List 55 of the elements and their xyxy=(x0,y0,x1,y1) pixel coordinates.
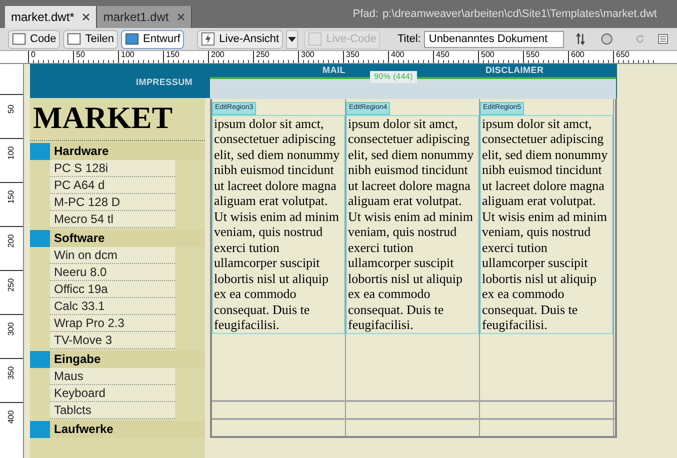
view-button[interactable]: Entwurf xyxy=(121,30,184,48)
menu-item[interactable]: Neeru 8.0 xyxy=(50,264,175,281)
view-mode-icon xyxy=(67,32,82,46)
nav-link[interactable]: MAIL xyxy=(322,65,346,75)
menu-item[interactable]: Keyboard xyxy=(50,385,175,402)
lightning-icon xyxy=(201,32,216,46)
menu-item[interactable]: Tablcts xyxy=(50,402,175,419)
logo-text: MARKET xyxy=(30,98,205,141)
view-button[interactable]: Teilen xyxy=(63,30,118,48)
ruler-number: 50 xyxy=(6,104,16,114)
ruler-number: 200 xyxy=(6,234,16,248)
view-mode-icon xyxy=(125,32,140,46)
menu-item[interactable]: PC A64 d xyxy=(50,177,175,194)
ruler-number: 100 xyxy=(6,146,16,160)
close-icon[interactable] xyxy=(82,13,90,21)
document-tab[interactable]: market1.dwt xyxy=(97,6,192,28)
region-text: ipsum dolor sit amct, consectetuer adipiscing elit, sed diem nonummy nibh euismod tincidunt ut lacreet dolore magna aliguam erat volutpat. Ut wisis enim ad minim veniam, quis nostrud exerci tution ullamcorper suscipit lobortis nisl ut aliquip ex ea commodo consequat. Duis te feugifacilisi. xyxy=(346,114,479,334)
path-value: p:\dreamweaver\arbeiten\cd\Site1\Templates\market.dwt xyxy=(382,6,657,22)
menu-item[interactable]: Win on dcm xyxy=(50,247,175,264)
category-marker xyxy=(30,230,50,247)
nav-link[interactable]: DISCLAIMER xyxy=(485,65,544,75)
path-label: Pfad: xyxy=(352,6,378,22)
title-label: Titel: xyxy=(397,32,421,47)
dropdown-caret-icon[interactable] xyxy=(286,30,298,48)
region-text: ipsum dolor sit amct, consectetuer adipiscing elit, sed diem nonummy nibh euismod tincidunt ut lacreet dolore magna aliguam erat volutpat. Ut wisis enim ad minim veniam, quis nostrud exerci tution ullamcorper suscipit lobortis nisl ut aliquip ex ea commodo consequat. Duis te feugifacilisi. xyxy=(480,114,613,334)
document-tab[interactable]: market.dwt* xyxy=(5,6,98,28)
menu-item[interactable]: PC S 128i xyxy=(50,160,175,177)
menu-item[interactable]: Mecro 54 tl xyxy=(50,211,175,228)
menu-item[interactable]: M-PC 128 D xyxy=(50,194,175,211)
view-mode-icon xyxy=(12,32,26,46)
menu-item[interactable]: Calc 33.1 xyxy=(50,298,175,315)
category-marker xyxy=(30,421,50,438)
menu-item[interactable]: TV-Move 3 xyxy=(50,332,175,349)
close-icon[interactable] xyxy=(176,13,185,21)
nav-link[interactable]: IMPRESSUM xyxy=(136,76,193,90)
live-view-button[interactable]: Live-Ansicht xyxy=(197,30,284,48)
menu-item[interactable]: Wrap Pro 2.3 xyxy=(50,315,175,332)
menu-item[interactable]: Maus xyxy=(50,368,175,385)
category-heading[interactable]: Laufwerke xyxy=(50,421,205,438)
ruler-number: 350 xyxy=(6,366,16,380)
table-width-label: 90% (444) xyxy=(370,71,417,83)
ruler-number: 300 xyxy=(6,322,16,336)
menu-item[interactable]: Officc 19a xyxy=(50,281,175,298)
region-text: ipsum dolor sit amct, consectetuer adipiscing elit, sed diem nonummy nibh euismod tincidunt ut lacreet dolore magna aliguam erat volutpat. Ut wisis enim ad minim veniam, quis nostrud exerci tution ullamcorper suscipit lobortis nisl ut aliquip ex ea commodo consequat. Duis te feugifacilisi. xyxy=(212,114,345,334)
category-heading[interactable]: Software xyxy=(50,230,205,247)
category-heading[interactable]: Hardware xyxy=(50,143,205,160)
title-input[interactable]: Unbenanntes Dokument xyxy=(424,30,564,48)
category-marker xyxy=(30,143,50,160)
view-button[interactable]: Code xyxy=(8,30,60,48)
ruler-number: 400 xyxy=(6,410,16,424)
ruler-number: 150 xyxy=(6,190,16,204)
ruler-number: 250 xyxy=(6,278,16,292)
category-heading[interactable]: Eingabe xyxy=(50,351,205,368)
category-marker xyxy=(30,351,50,368)
options-icon xyxy=(657,32,669,46)
